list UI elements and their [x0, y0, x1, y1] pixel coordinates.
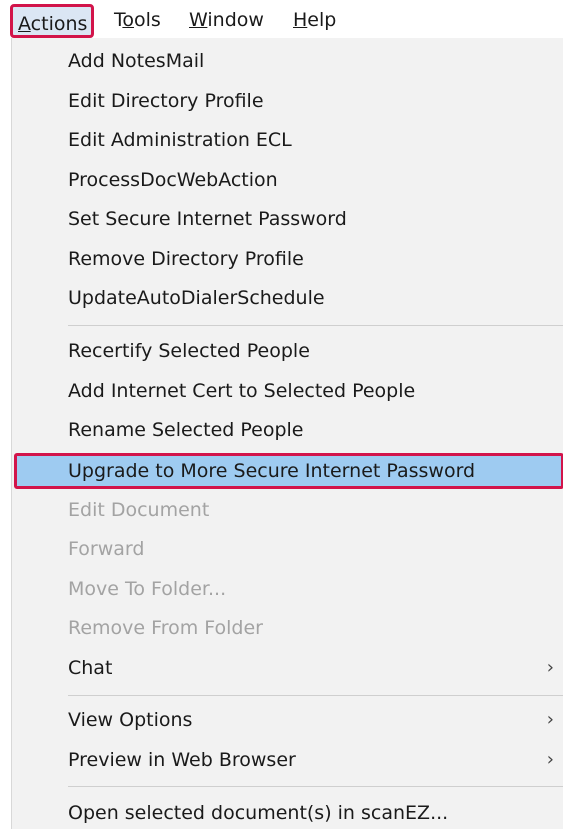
menu-item-label: View Options	[68, 709, 193, 731]
menu-actions-mnemonic: A	[18, 13, 31, 35]
submenu-arrow-icon: ›	[546, 657, 554, 678]
menu-item-updateautodialerschedule[interactable]: UpdateAutoDialerSchedule	[12, 280, 563, 316]
menu-item-label: Add NotesMail	[68, 50, 205, 72]
menu-bar: Actions Tools Window Help	[0, 0, 563, 38]
menu-tools-label-rest: ols	[134, 9, 161, 31]
menu-item-label: Remove Directory Profile	[68, 248, 304, 270]
submenu-arrow-icon: ›	[546, 709, 554, 730]
menu-item-label: Add Internet Cert to Selected People	[68, 380, 416, 402]
menu-item-recertify-selected-people[interactable]: Recertify Selected People	[12, 333, 563, 369]
menu-window[interactable]: Window	[189, 5, 264, 35]
menu-separator	[68, 325, 563, 326]
menu-item-upgrade-secure-internet-password[interactable]: Upgrade to More Secure Internet Password	[14, 453, 563, 489]
menu-item-label: Move To Folder...	[68, 578, 227, 600]
menu-item-label: ProcessDocWebAction	[68, 169, 278, 191]
menu-item-edit-directory-profile[interactable]: Edit Directory Profile	[12, 83, 563, 119]
actions-dropdown-menu: Add NotesMail Edit Directory Profile Edi…	[11, 38, 563, 829]
menu-tools-mnemonic: o	[122, 9, 135, 31]
menu-item-label: Set Secure Internet Password	[68, 208, 347, 230]
menu-item-edit-document: Edit Document	[12, 492, 563, 528]
menu-item-set-secure-internet-password[interactable]: Set Secure Internet Password	[12, 201, 563, 237]
menu-item-remove-from-folder: Remove From Folder	[12, 610, 563, 646]
menu-help-mnemonic: H	[293, 9, 308, 31]
menu-item-processdocwebaction[interactable]: ProcessDocWebAction	[12, 162, 563, 198]
menu-item-label: UpdateAutoDialerSchedule	[68, 287, 325, 309]
menu-item-label: Edit Administration ECL	[68, 129, 292, 151]
menu-item-edit-administration-ecl[interactable]: Edit Administration ECL	[12, 122, 563, 158]
menu-item-forward: Forward	[12, 531, 563, 567]
menu-window-label-rest: indow	[207, 9, 264, 31]
menu-window-mnemonic: W	[189, 9, 208, 31]
menu-item-label: Recertify Selected People	[68, 340, 310, 362]
menu-item-add-notesmail[interactable]: Add NotesMail	[12, 43, 563, 79]
submenu-arrow-icon: ›	[546, 749, 554, 770]
menu-item-label: Remove From Folder	[68, 617, 263, 639]
menu-item-label: Upgrade to More Secure Internet Password	[68, 460, 476, 482]
menu-item-add-internet-cert[interactable]: Add Internet Cert to Selected People	[12, 373, 563, 409]
menu-separator	[68, 695, 563, 696]
menu-item-label: Edit Directory Profile	[68, 90, 264, 112]
menu-item-label: Forward	[68, 538, 145, 560]
menu-item-move-to-folder: Move To Folder...	[12, 571, 563, 607]
menu-item-view-options[interactable]: View Options ›	[12, 702, 563, 738]
menu-item-preview-in-web-browser[interactable]: Preview in Web Browser ›	[12, 742, 563, 778]
menu-item-chat[interactable]: Chat ›	[12, 650, 563, 686]
menu-item-label: Edit Document	[68, 499, 210, 521]
menu-item-open-in-scanez[interactable]: Open selected document(s) in scanEZ...	[12, 795, 563, 829]
menu-item-label: Rename Selected People	[68, 419, 304, 441]
menu-item-remove-directory-profile[interactable]: Remove Directory Profile	[12, 241, 563, 277]
menu-item-label: Open selected document(s) in scanEZ...	[68, 802, 449, 824]
menu-actions-label-rest: ctions	[30, 13, 88, 35]
menu-separator	[68, 786, 563, 787]
menu-help-label-rest: elp	[307, 9, 337, 31]
menu-actions[interactable]: Actions	[10, 4, 94, 38]
menu-item-label: Preview in Web Browser	[68, 749, 296, 771]
menu-item-label: Chat	[68, 657, 113, 679]
menu-item-rename-selected-people[interactable]: Rename Selected People	[12, 412, 563, 448]
screen: Se Actions Tools Window Help Add NotesMa…	[0, 0, 563, 829]
menu-help[interactable]: Help	[293, 5, 336, 35]
menu-tools[interactable]: Tools	[114, 5, 161, 35]
